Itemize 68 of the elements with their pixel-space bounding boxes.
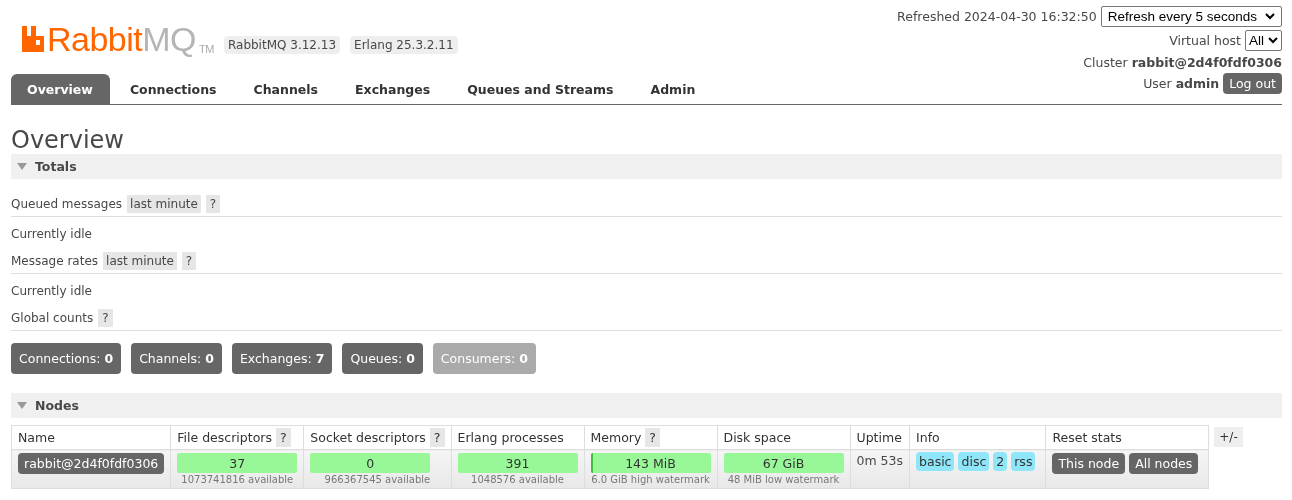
node-name-button[interactable]: rabbit@2d4f0fdf0306 <box>18 453 165 474</box>
columns-toggle[interactable]: +/- <box>1214 427 1243 447</box>
meter-value: 391 <box>504 456 531 471</box>
meter-caption: 1073741816 available <box>180 474 295 485</box>
group-label: Queued messages <box>11 196 123 211</box>
help-button[interactable]: ? <box>645 428 660 447</box>
column-header: Erlang processes <box>457 430 564 445</box>
rabbitmq-logo: RabbitMQ TM <box>22 22 214 56</box>
section-header[interactable]: Nodes <box>11 393 1282 418</box>
expanded-icon[interactable] <box>17 162 27 171</box>
status-text: Currently idle <box>11 284 92 298</box>
column-header: Reset stats <box>1052 430 1122 445</box>
help-button[interactable]: ? <box>98 308 113 327</box>
column-header: Uptime <box>856 430 902 445</box>
column-header: Socket descriptors <box>310 430 426 445</box>
help-button[interactable]: ? <box>275 428 291 447</box>
column-header: Info <box>916 430 940 445</box>
group-label: Message rates <box>11 253 99 268</box>
meter-caption: 48 MiB low watermark <box>726 474 841 485</box>
cluster-label: Cluster rabbit@2d4f0fdf0306 <box>1083 55 1282 70</box>
version-label: Erlang 25.3.2.11 <box>350 36 458 54</box>
user-label: User admin <box>1143 76 1220 91</box>
expanded-icon[interactable] <box>17 401 27 410</box>
refreshed-time: Refreshed 2024-04-30 16:32:50 <box>897 9 1097 24</box>
reset-button[interactable]: All nodes <box>1129 453 1199 474</box>
column-header: Disk space <box>723 430 791 445</box>
meter-caption: 6.0 GiB high watermark <box>590 474 711 485</box>
help-button[interactable]: ? <box>181 251 197 270</box>
count-button[interactable]: Connections: 0 <box>11 343 122 374</box>
meter-caption: 1048576 available <box>470 474 565 485</box>
count-button[interactable]: Exchanges: 7 <box>231 343 333 374</box>
range-button[interactable]: last minute <box>103 251 177 270</box>
nav-tab[interactable]: Admin <box>634 74 713 104</box>
status-text: Currently idle <box>11 227 92 241</box>
column-header: Memory <box>590 430 642 445</box>
vhost-select[interactable]: All <box>1245 30 1282 51</box>
reset-button[interactable]: This node <box>1052 453 1126 474</box>
section-header[interactable]: Totals <box>11 154 1282 179</box>
nav-tab[interactable]: Overview <box>11 74 110 104</box>
count-button[interactable]: Queues: 0 <box>342 343 423 374</box>
help-button[interactable]: ? <box>429 428 445 447</box>
group-label: Global counts <box>11 310 94 325</box>
nav-tab[interactable]: Queues and Streams <box>451 74 631 104</box>
column-header: File descriptors <box>177 430 272 445</box>
logout-button[interactable]: Log out <box>1223 73 1282 94</box>
count-button[interactable]: Channels: 0 <box>131 343 222 374</box>
uptime-value: 0m 53s <box>856 453 904 468</box>
info-tag: rss <box>1011 452 1036 471</box>
page-title: Overview <box>11 126 125 154</box>
nav-tab[interactable]: Exchanges <box>339 74 448 104</box>
nav-tab[interactable]: Connections <box>113 74 234 104</box>
meter-caption: 966367545 available <box>323 474 432 485</box>
column-header: Name <box>18 430 55 445</box>
info-tag: 2 <box>993 452 1008 471</box>
info-tag: basic <box>916 452 955 471</box>
range-button[interactable]: last minute <box>127 194 201 213</box>
meter-value: 143 MiB <box>624 456 677 471</box>
vhost-label: Virtual host <box>1169 33 1241 48</box>
help-button[interactable]: ? <box>205 194 221 213</box>
version-label: RabbitMQ 3.12.13 <box>223 36 341 54</box>
meter-value: 37 <box>228 456 247 471</box>
caret-icon <box>1265 13 1275 20</box>
info-tag: disc <box>958 452 990 471</box>
refresh-select[interactable]: Refresh every 5 seconds <box>1100 6 1282 27</box>
nav-tab[interactable]: Channels <box>237 74 336 104</box>
caret-icon <box>1268 37 1278 44</box>
meter-value: 0 <box>365 456 376 471</box>
meter-value: 67 GiB <box>761 456 806 471</box>
